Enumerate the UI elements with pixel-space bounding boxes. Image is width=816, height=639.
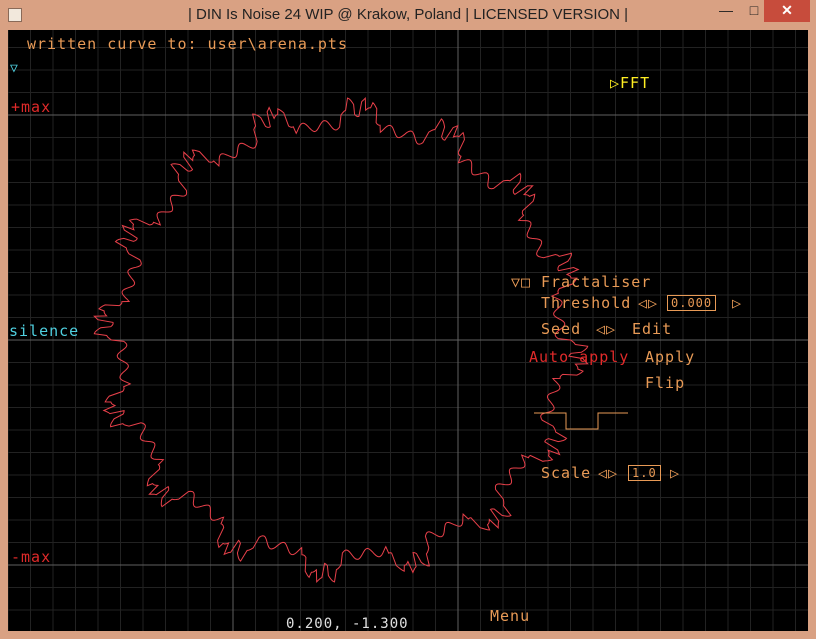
close-button[interactable]: ✕ bbox=[764, 0, 810, 22]
plus-max-label: +max bbox=[11, 98, 52, 116]
scale-label: Scale bbox=[541, 464, 592, 482]
threshold-label: Threshold bbox=[541, 294, 632, 312]
threshold-stepper[interactable]: ◁▷ bbox=[638, 294, 658, 312]
minus-max-label: -max bbox=[11, 548, 52, 566]
scale-stepper[interactable]: ◁▷ bbox=[598, 464, 618, 482]
silence-label: silence bbox=[9, 322, 80, 340]
status-message: written curve to: user\arena.pts bbox=[27, 35, 348, 53]
window-title: | DIN Is Noise 24 WIP @ Krakow, Poland |… bbox=[187, 6, 629, 23]
fft-label: FFT bbox=[620, 74, 651, 92]
minimize-button[interactable]: — bbox=[712, 0, 740, 22]
threshold-value-field[interactable]: 0.000 bbox=[667, 295, 717, 311]
auto-apply-toggle[interactable]: Auto apply bbox=[529, 348, 629, 366]
fft-arrow-icon: ▷ bbox=[610, 74, 621, 92]
curve-editor-scene[interactable] bbox=[8, 30, 808, 631]
edit-button[interactable]: Edit bbox=[632, 320, 672, 338]
fractaliser-toggle-icon[interactable]: ▽□ bbox=[511, 273, 531, 291]
menu-button[interactable]: Menu bbox=[490, 607, 530, 625]
curve-editor-canvas[interactable]: written curve to: user\arena.pts ▽ +max … bbox=[8, 30, 808, 631]
seed-stepper[interactable]: ◁▷ bbox=[596, 320, 616, 338]
fft-toggle[interactable]: ▷FFT bbox=[610, 74, 650, 92]
threshold-increase-icon[interactable]: ▷ bbox=[732, 294, 742, 312]
cursor-readout: 0.200, -1.300 bbox=[286, 616, 409, 631]
axes bbox=[8, 30, 808, 631]
apply-button[interactable]: Apply bbox=[645, 348, 695, 366]
scale-value-field[interactable]: 1.0 bbox=[628, 465, 661, 481]
grid bbox=[8, 30, 808, 631]
seed-label: Seed bbox=[541, 320, 582, 338]
flip-button[interactable]: Flip bbox=[645, 374, 685, 392]
title-bar[interactable]: | DIN Is Noise 24 WIP @ Krakow, Poland |… bbox=[0, 0, 816, 30]
fractaliser-title: Fractaliser bbox=[541, 273, 652, 291]
scale-increase-icon[interactable]: ▷ bbox=[670, 464, 680, 482]
collapse-icon[interactable]: ▽ bbox=[10, 61, 19, 76]
